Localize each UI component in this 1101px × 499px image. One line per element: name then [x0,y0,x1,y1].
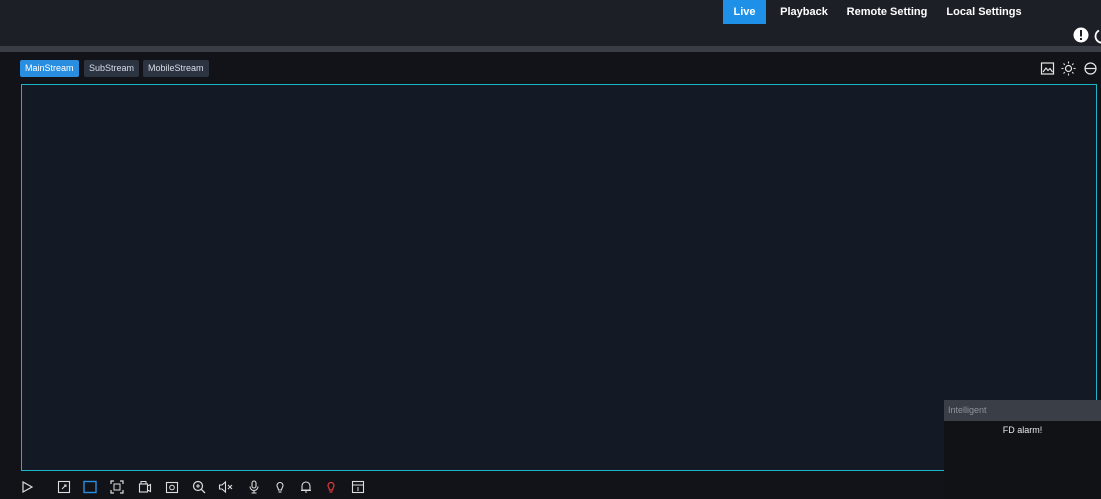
aspect-ratio-icon[interactable] [83,480,97,494]
intelligent-panel: Intelligent FD alarm! [944,400,1101,499]
microphone-icon[interactable] [247,480,261,494]
power-icon[interactable] [1093,26,1101,44]
red-light-icon[interactable] [324,480,338,494]
ptz-icon[interactable] [1083,61,1098,76]
image-settings-icon[interactable] [1040,61,1055,76]
brightness-icon[interactable] [1061,61,1076,76]
light-icon[interactable] [273,480,287,494]
mute-icon[interactable] [218,480,233,494]
snapshot-icon[interactable] [165,480,179,494]
info-icon[interactable] [1072,26,1090,44]
fullscreen-icon[interactable] [110,480,124,494]
window-layout-icon[interactable] [57,480,71,494]
alarm-icon[interactable] [299,480,313,494]
mobile-stream-button[interactable]: MobileStream [143,60,209,77]
record-icon[interactable] [138,480,152,494]
play-icon[interactable] [20,480,34,494]
intelligent-panel-header: Intelligent [944,400,1101,421]
tab-live[interactable]: Live [723,0,766,24]
tab-remote-setting[interactable]: Remote Setting [846,0,928,24]
top-bar-divider [0,46,1101,52]
intelligent-alarm-item[interactable]: FD alarm! [944,425,1101,435]
tab-local-settings[interactable]: Local Settings [944,0,1024,24]
panel-icon[interactable] [351,480,365,494]
tab-playback[interactable]: Playback [776,0,832,24]
live-video-view[interactable] [21,84,1097,471]
main-stream-button[interactable]: MainStream [20,60,79,77]
top-bar [0,0,1101,46]
zoom-in-icon[interactable] [192,480,206,494]
sub-stream-button[interactable]: SubStream [84,60,140,77]
